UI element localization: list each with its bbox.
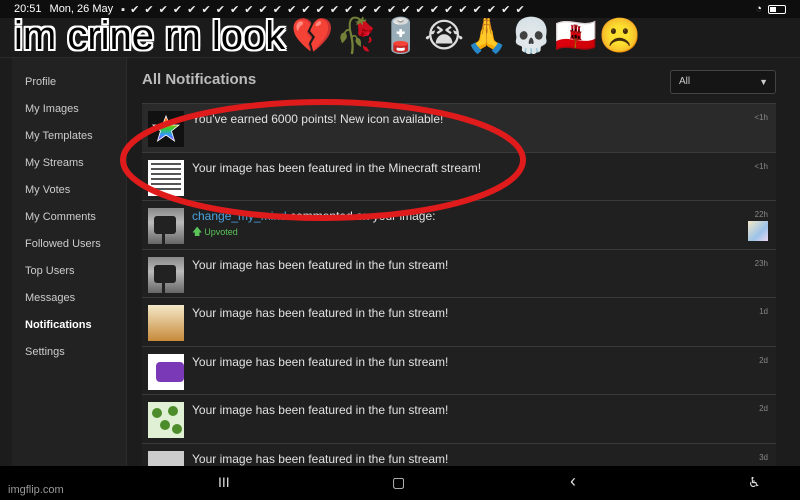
sidebar-item-followed-users[interactable]: Followed Users	[12, 236, 126, 263]
caption-emojis: 💔🥀🪫😭🙏💀🇬🇮☹️	[291, 16, 644, 56]
notification-item[interactable]: Your image has been featured in the fun …	[142, 248, 776, 297]
notification-text: Your image has been featured in the fun …	[192, 257, 449, 272]
notification-time: 3d	[759, 452, 768, 462]
notification-item[interactable]: Your image has been featured in the fun …	[142, 297, 776, 346]
notification-text: Your image has been featured in the fun …	[192, 403, 449, 417]
notification-time: 2d	[759, 355, 768, 365]
sidebar-item-top-users[interactable]: Top Users	[12, 263, 126, 290]
sidebar-item-my-templates[interactable]: My Templates	[12, 128, 126, 155]
notification-item[interactable]: You've earned 6000 points! New icon avai…	[142, 103, 776, 152]
home-button[interactable]: ▢	[392, 474, 405, 491]
notification-text: Your image has been featured in the fun …	[192, 354, 449, 369]
notification-text: change_my_mind commented on your image:	[192, 209, 436, 223]
chevron-down-icon: ▼	[759, 77, 768, 87]
commenter-username-link[interactable]: change_my_mind	[192, 209, 287, 223]
notification-text: Your image has been featured in the Mine…	[192, 160, 482, 175]
filter-selected-value: All	[679, 76, 691, 87]
notification-item[interactable]: Your image has been featured in the Mine…	[142, 151, 776, 200]
notification-time: 22h	[754, 210, 768, 219]
battery-icon	[768, 4, 786, 14]
sidebar-item-notifications[interactable]: Notifications	[12, 317, 126, 344]
notification-item[interactable]: Your image has been featured in the fun …	[142, 394, 776, 443]
sidebar-item-settings[interactable]: Settings	[12, 344, 126, 371]
notification-text: Your image has been featured in the fun …	[192, 451, 449, 466]
notification-thumbnail	[148, 256, 184, 293]
notification-time: <1h	[754, 113, 768, 122]
rainbow-star-icon	[148, 111, 184, 147]
recents-button[interactable]: III	[218, 474, 230, 490]
notification-thumbnail	[148, 159, 184, 196]
meme-caption: im crine rn look 💔🥀🪫😭🙏💀🇬🇮☹️	[14, 12, 643, 60]
notification-time: <1h	[754, 161, 768, 171]
notification-filter-select[interactable]: All ▼	[670, 70, 776, 94]
notification-item[interactable]: change_my_mind commented on your image: …	[142, 200, 776, 249]
android-nav-bar: III ▢ ‹ ♿	[0, 466, 800, 500]
notification-time: 2d	[759, 404, 768, 413]
wifi-icon: ◔	[755, 3, 762, 15]
sidebar-item-profile[interactable]: Profile	[12, 74, 126, 101]
imgflip-watermark: imgflip.com	[8, 484, 64, 496]
notification-thumbnail	[148, 353, 184, 390]
accessibility-button[interactable]: ♿	[748, 474, 761, 491]
notification-item[interactable]: Your image has been featured in the fun …	[142, 345, 776, 394]
notification-time: 23h	[754, 258, 768, 268]
page-body: Profile My Images My Templates My Stream…	[0, 58, 800, 475]
back-button[interactable]: ‹	[570, 471, 576, 492]
notification-text: Your image has been featured in the fun …	[192, 306, 449, 320]
sidebar: Profile My Images My Templates My Stream…	[12, 58, 127, 466]
upvote-arrow-icon: 🡅	[192, 227, 203, 238]
notification-thumbnail	[148, 208, 184, 244]
upvote-indicator: 🡅 Upvoted	[192, 227, 238, 238]
sidebar-item-my-streams[interactable]: My Streams	[12, 155, 126, 182]
sidebar-item-my-comments[interactable]: My Comments	[12, 209, 126, 236]
notification-list: You've earned 6000 points! New icon avai…	[142, 103, 776, 475]
sidebar-item-messages[interactable]: Messages	[12, 290, 126, 317]
caption-text: im crine rn look	[14, 13, 286, 58]
notification-text: You've earned 6000 points! New icon avai…	[192, 112, 444, 126]
sidebar-item-my-votes[interactable]: My Votes	[12, 182, 126, 209]
notifications-panel: All Notifications All ▼ You've earned 60…	[142, 58, 776, 475]
notification-thumbnail	[148, 402, 184, 438]
notification-time: 1d	[759, 307, 768, 316]
notification-thumbnail	[148, 305, 184, 341]
commented-image-thumbnail[interactable]	[748, 221, 768, 241]
page-title: All Notifications	[142, 71, 257, 88]
sidebar-item-my-images[interactable]: My Images	[12, 101, 126, 128]
